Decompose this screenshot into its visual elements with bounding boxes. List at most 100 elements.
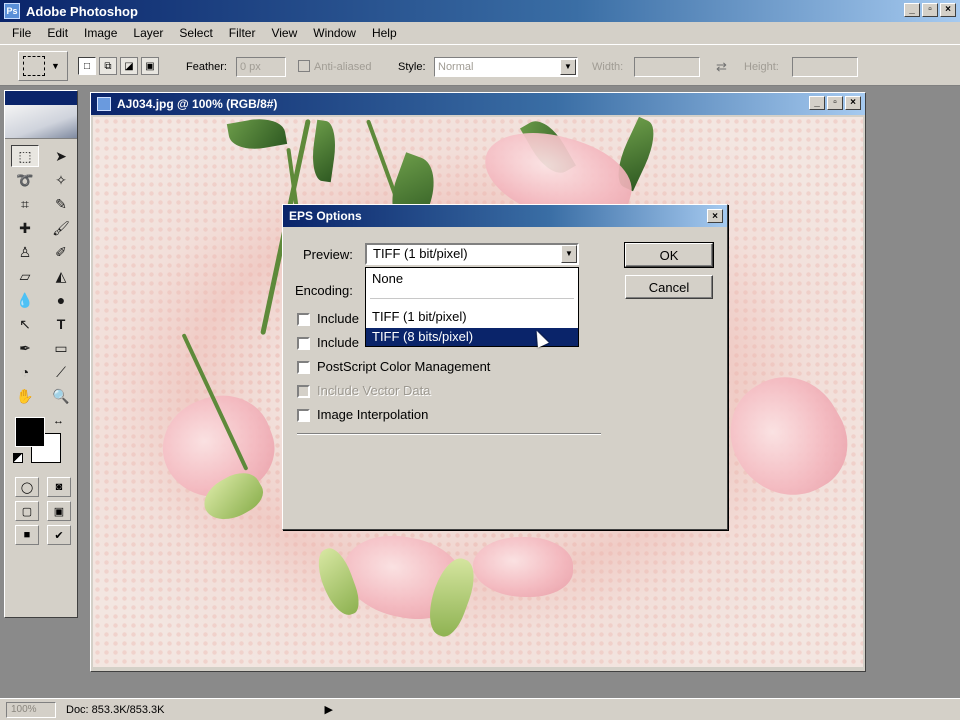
bucket-icon[interactable]: ◭ — [47, 265, 75, 287]
zoom-icon[interactable]: 🔍 — [47, 385, 75, 407]
menu-edit[interactable]: Edit — [39, 26, 76, 40]
swap-colors-icon[interactable]: ↔ — [53, 415, 64, 427]
brush-icon[interactable]: 🖌 — [47, 217, 75, 239]
status-menu-arrow-icon[interactable]: ▶ — [324, 703, 332, 716]
dialog-close-button[interactable]: × — [707, 209, 723, 223]
doc-close-button[interactable]: × — [845, 96, 861, 110]
dodge-icon[interactable]: ● — [47, 289, 75, 311]
toolbox: ⬚ ➤ ➰ ✧ ⌗ ✎ ✚ 🖌 ♙ ✐ ▱ ◭ 💧 ● ↖ T ✒ ▭ ◔ ⟋ … — [4, 90, 78, 618]
minimize-button[interactable]: _ — [904, 3, 920, 17]
standard-mode-icon[interactable]: ◯ — [15, 477, 39, 497]
menu-view[interactable]: View — [263, 26, 305, 40]
doc-minimize-button[interactable]: _ — [809, 96, 825, 110]
blur-icon[interactable]: 💧 — [11, 289, 39, 311]
width-label: Width: — [592, 61, 624, 73]
zoom-level-field[interactable]: 100% — [6, 701, 56, 718]
include-vector-data-checkbox — [297, 385, 310, 398]
foreground-color-swatch[interactable] — [15, 417, 45, 447]
menu-bar: File Edit Image Layer Select Filter View… — [0, 22, 960, 44]
chevron-down-icon: ▼ — [560, 59, 576, 75]
menu-select[interactable]: Select — [171, 26, 220, 40]
ok-button[interactable]: OK — [624, 242, 714, 268]
color-swatches: ↔ — [5, 415, 77, 473]
options-bar: ▼ □ ⧉ ◪ ▣ Feather: 0 px Anti-aliased Sty… — [0, 44, 960, 86]
include-vector-data-label: Include Vector Data — [317, 383, 431, 398]
pen-icon[interactable]: ✒ — [11, 337, 39, 359]
style-select-value: Normal — [438, 61, 474, 73]
preview-dropdown-list: None TIFF (1 bit/pixel) TIFF (8 bits/pix… — [365, 267, 579, 347]
encoding-label: Encoding: — [295, 283, 353, 298]
feather-input[interactable]: 0 px — [236, 57, 286, 77]
dialog-title-bar[interactable]: EPS Options × — [283, 205, 727, 227]
new-selection-icon[interactable]: □ — [78, 57, 96, 75]
menu-image[interactable]: Image — [76, 26, 125, 40]
notes-icon[interactable]: ◔ — [11, 361, 39, 383]
crop-icon[interactable]: ⌗ — [11, 193, 39, 215]
dropdown-option-tiff-1bit[interactable]: TIFF (1 bit/pixel) — [366, 308, 578, 326]
chevron-down-icon: ▼ — [51, 61, 60, 71]
include-checkbox-1[interactable] — [297, 313, 310, 326]
eraser-icon[interactable]: ▱ — [11, 265, 39, 287]
quick-mask-icon[interactable]: ◙ — [47, 477, 71, 497]
chevron-down-icon: ▼ — [561, 245, 577, 263]
anti-aliased-checkbox[interactable] — [298, 60, 310, 72]
menu-help[interactable]: Help — [364, 26, 405, 40]
cancel-button[interactable]: Cancel — [625, 275, 713, 299]
menu-filter[interactable]: Filter — [221, 26, 264, 40]
move-icon[interactable]: ➤ — [47, 145, 75, 167]
eyedropper-icon[interactable]: ⟋ — [47, 361, 75, 383]
hand-icon[interactable]: ✋ — [11, 385, 39, 407]
document-title-bar[interactable]: AJ034.jpg @ 100% (RGB/8#) _ ▫ × — [91, 93, 865, 115]
style-select[interactable]: Normal ▼ — [434, 57, 578, 77]
photoshop-app-icon: Ps — [4, 3, 20, 19]
tool-grid: ⬚ ➤ ➰ ✧ ⌗ ✎ ✚ 🖌 ♙ ✐ ▱ ◭ 💧 ● ↖ T ✒ ▭ ◔ ⟋ … — [5, 139, 77, 407]
full-screen-icon[interactable]: ■ — [15, 525, 39, 545]
width-input[interactable] — [634, 57, 700, 77]
include-label-2: Include — [317, 335, 359, 350]
dialog-title: EPS Options — [289, 209, 362, 223]
dropdown-option-none[interactable]: None — [366, 270, 578, 288]
jump-to-row: ■ ✔ — [5, 521, 77, 545]
lasso-icon[interactable]: ➰ — [11, 169, 39, 191]
maximize-button[interactable]: ▫ — [922, 3, 938, 17]
slice-icon[interactable]: ✎ — [47, 193, 75, 215]
shape-icon[interactable]: ▭ — [47, 337, 75, 359]
standard-screen-icon[interactable]: ▢ — [15, 501, 39, 521]
menu-window[interactable]: Window — [305, 26, 364, 40]
tool-preset-picker[interactable]: ▼ — [18, 51, 68, 81]
height-label: Height: — [744, 61, 779, 73]
history-brush-icon[interactable]: ✐ — [47, 241, 75, 263]
menu-file[interactable]: File — [4, 26, 39, 40]
path-select-icon[interactable]: ↖ — [11, 313, 39, 335]
height-input[interactable] — [792, 57, 858, 77]
image-interpolation-label: Image Interpolation — [317, 407, 429, 422]
stamp-icon[interactable]: ♙ — [11, 241, 39, 263]
intersect-selection-icon[interactable]: ▣ — [141, 57, 159, 75]
document-icon — [97, 97, 111, 111]
add-selection-icon[interactable]: ⧉ — [99, 57, 117, 75]
toolbox-header[interactable] — [5, 91, 77, 105]
type-icon[interactable]: T — [47, 313, 75, 335]
preview-select[interactable]: TIFF (1 bit/pixel) ▼ — [365, 243, 579, 265]
leaf — [308, 119, 340, 183]
postscript-color-management-checkbox[interactable] — [297, 361, 310, 374]
image-interpolation-checkbox[interactable] — [297, 409, 310, 422]
full-screen-menu-icon[interactable]: ▣ — [47, 501, 71, 521]
adobe-feather-logo[interactable] — [5, 105, 77, 139]
subtract-selection-icon[interactable]: ◪ — [120, 57, 138, 75]
magic-wand-icon[interactable]: ✧ — [47, 169, 75, 191]
swap-dimensions-icon[interactable]: ⇄ — [716, 59, 727, 75]
rect-marquee-icon[interactable]: ⬚ — [11, 145, 39, 167]
dialog-divider — [297, 433, 601, 435]
include-label-1: Include — [317, 311, 359, 326]
healing-icon[interactable]: ✚ — [11, 217, 39, 239]
include-checkbox-2[interactable] — [297, 337, 310, 350]
eps-options-dialog: EPS Options × Preview: TIFF (1 bit/pixel… — [282, 204, 728, 530]
document-title: AJ034.jpg @ 100% (RGB/8#) — [117, 97, 278, 111]
menu-layer[interactable]: Layer — [125, 26, 171, 40]
doc-maximize-button[interactable]: ▫ — [827, 96, 843, 110]
jump-to-imageready-icon[interactable]: ✔ — [47, 525, 71, 545]
close-button[interactable]: × — [940, 3, 956, 17]
screen-mode-row: ▢ ▣ — [5, 497, 77, 521]
default-colors-icon[interactable] — [13, 453, 23, 463]
